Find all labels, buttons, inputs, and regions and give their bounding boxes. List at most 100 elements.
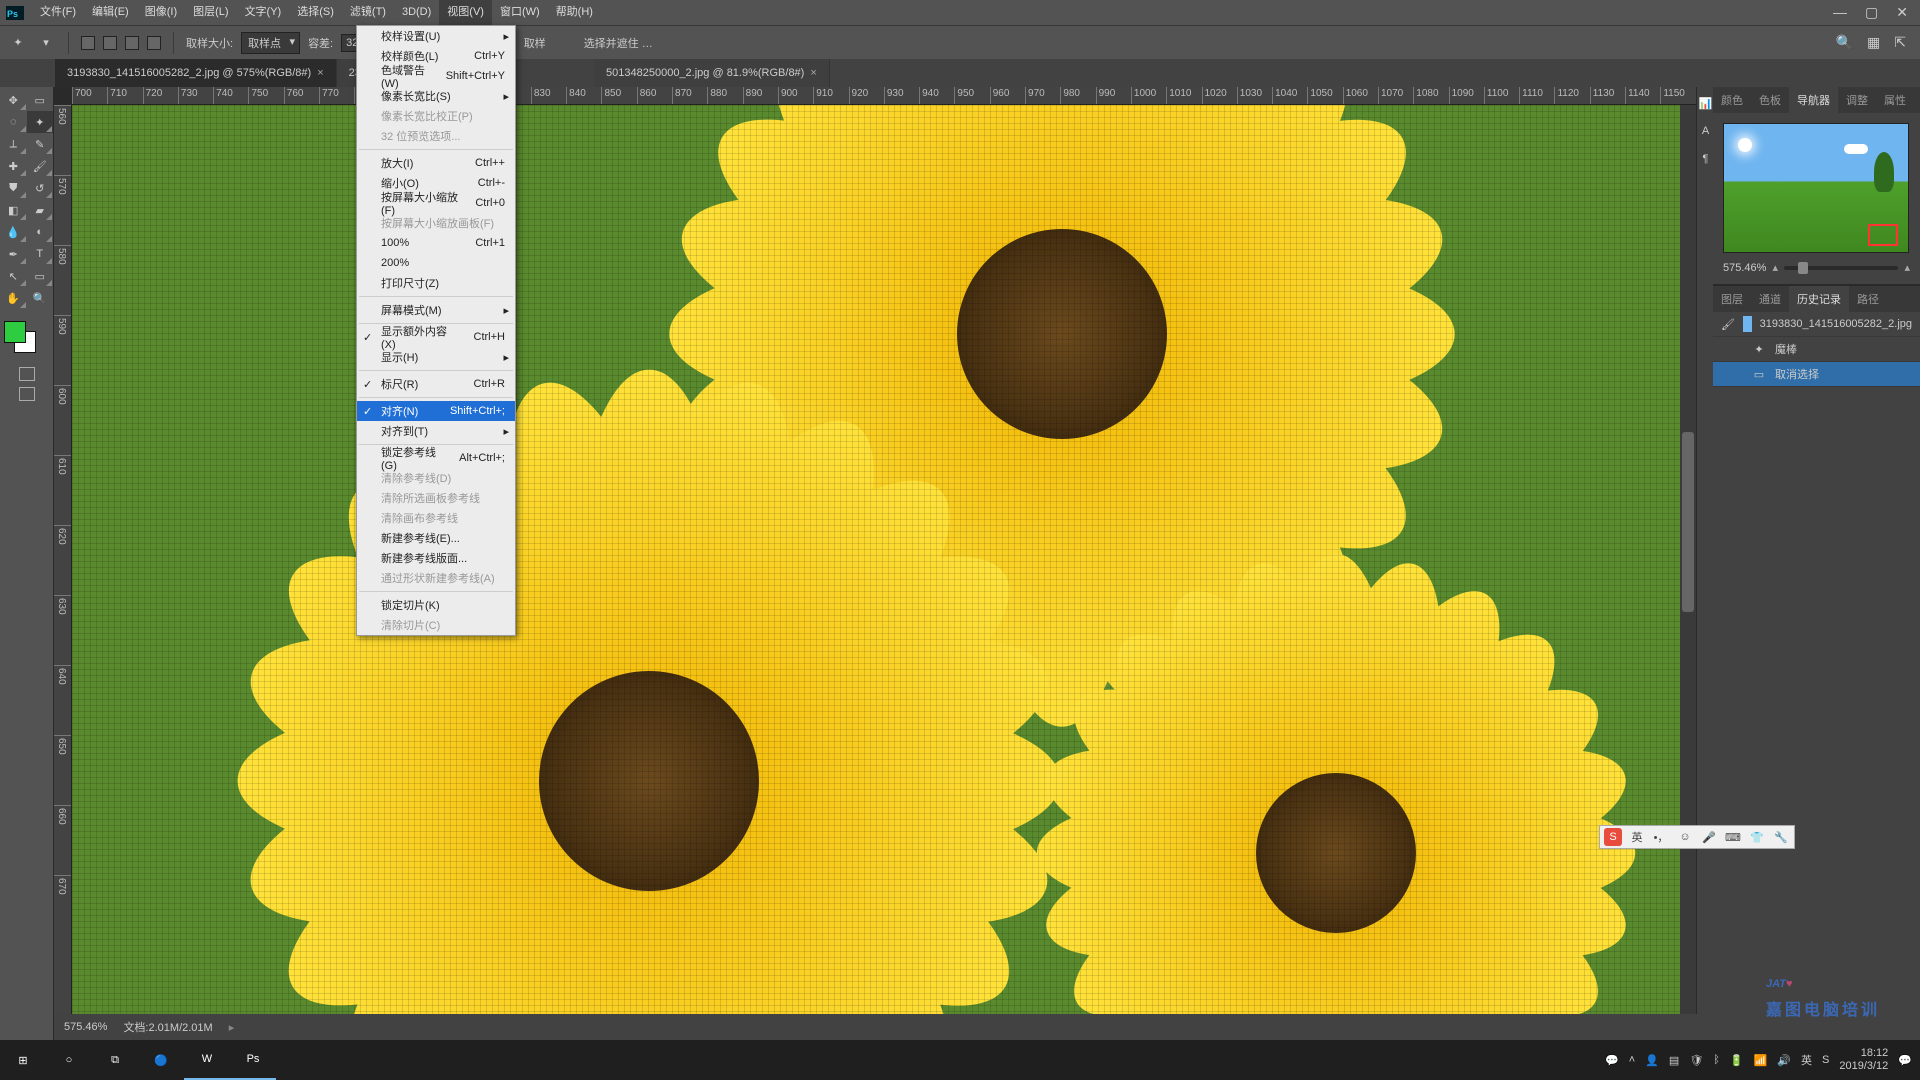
select-mask-btn[interactable]: 选择并遮住 … bbox=[584, 35, 653, 51]
notifications-icon[interactable]: 💬 bbox=[1898, 1054, 1912, 1067]
search-icon[interactable]: 🔍 bbox=[1836, 34, 1853, 51]
history-row[interactable]: ✦ 魔棒 bbox=[1713, 337, 1920, 362]
tab-swatches[interactable]: 色板 bbox=[1751, 87, 1789, 113]
path-tool-icon[interactable]: ↖ bbox=[0, 265, 27, 287]
mode-sub-icon[interactable] bbox=[125, 36, 139, 50]
tab-layers[interactable]: 图层 bbox=[1713, 286, 1751, 312]
histogram-icon[interactable]: 📊 bbox=[1697, 91, 1714, 115]
artboard-tool-icon[interactable]: ▭ bbox=[27, 89, 54, 111]
ime-keyboard-icon[interactable]: ⌨ bbox=[1724, 828, 1742, 846]
navigator-thumbnail[interactable] bbox=[1723, 123, 1909, 253]
menu-item[interactable]: 打印尺寸(Z) bbox=[357, 273, 515, 293]
hand-tool-icon[interactable]: ✋ bbox=[0, 287, 27, 309]
screenmode-icon[interactable] bbox=[19, 387, 35, 401]
ime-skin-icon[interactable]: 👕 bbox=[1748, 828, 1766, 846]
ime-logo-icon[interactable]: S bbox=[1604, 828, 1622, 846]
start-button[interactable]: ⊞ bbox=[0, 1040, 46, 1080]
brush-tool-icon[interactable]: 🖌 bbox=[27, 155, 54, 177]
sample-size-select[interactable]: 取样点 bbox=[241, 32, 300, 54]
tray-menu-icon[interactable]: ▤ bbox=[1669, 1054, 1679, 1067]
foreground-color[interactable] bbox=[4, 321, 26, 343]
tab-history[interactable]: 历史记录 bbox=[1789, 286, 1849, 312]
eraser-tool-icon[interactable]: ◧ bbox=[0, 199, 27, 221]
menu-edit[interactable]: 编辑(E) bbox=[84, 0, 137, 25]
sample-btn[interactable]: 取样 bbox=[524, 35, 546, 51]
ime-tool-icon[interactable]: 🔧 bbox=[1772, 828, 1790, 846]
menu-item[interactable]: 锁定参考线(G)Alt+Ctrl+; bbox=[357, 448, 515, 468]
mode-new-icon[interactable] bbox=[81, 36, 95, 50]
menu-item[interactable]: 100%Ctrl+1 bbox=[357, 233, 515, 253]
close-icon[interactable]: × bbox=[810, 67, 816, 79]
horizontal-ruler[interactable]: 7007107207307407507607707807908008108208… bbox=[72, 87, 1696, 105]
close-icon[interactable]: × bbox=[317, 67, 323, 79]
tray-defender-icon[interactable]: 🛡 bbox=[1689, 1054, 1703, 1067]
tab-doc-3[interactable]: 501348250000_2.jpg @ 81.9%(RGB/8#) × bbox=[594, 59, 830, 87]
share-icon[interactable]: ⇱ bbox=[1894, 34, 1906, 51]
menu-item[interactable]: ✓标尺(R)Ctrl+R bbox=[357, 374, 515, 394]
menu-item[interactable]: 锁定切片(K) bbox=[357, 595, 515, 615]
tray-up-icon[interactable]: ˄ bbox=[1629, 1054, 1635, 1066]
tray-ime-icon[interactable]: 英 bbox=[1801, 1052, 1812, 1068]
para-icon[interactable]: ¶ bbox=[1697, 147, 1714, 171]
menu-item[interactable]: 200% bbox=[357, 253, 515, 273]
magic-wand-tool-icon[interactable]: ✦ bbox=[27, 111, 54, 133]
move-tool-icon[interactable]: ✥ bbox=[0, 89, 27, 111]
stamp-tool-icon[interactable]: ⛊ bbox=[0, 177, 27, 199]
menu-view[interactable]: 视图(V) bbox=[439, 0, 492, 25]
zoom-out-icon[interactable]: ▴ bbox=[1772, 261, 1778, 274]
ime-lang[interactable]: 英 bbox=[1628, 828, 1646, 846]
menu-type[interactable]: 文字(Y) bbox=[237, 0, 290, 25]
quickmask-icon[interactable] bbox=[19, 367, 35, 381]
crop-tool-icon[interactable]: ⟂ bbox=[0, 133, 27, 155]
menu-image[interactable]: 图像(I) bbox=[137, 0, 185, 25]
menu-3d[interactable]: 3D(D) bbox=[394, 0, 439, 25]
workspace-icon[interactable]: ▦ bbox=[1867, 34, 1880, 51]
tab-navigator[interactable]: 导航器 bbox=[1789, 87, 1838, 113]
gradient-tool-icon[interactable]: ▰ bbox=[27, 199, 54, 221]
doc-info[interactable]: 文档:2.01M/2.01M bbox=[123, 1019, 212, 1035]
menu-item[interactable]: 放大(I)Ctrl++ bbox=[357, 153, 515, 173]
menu-layer[interactable]: 图层(L) bbox=[185, 0, 236, 25]
canvas[interactable] bbox=[72, 105, 1696, 1054]
tray-bt-icon[interactable]: ᛒ bbox=[1713, 1054, 1720, 1066]
menu-item[interactable]: 新建参考线版面... bbox=[357, 548, 515, 568]
type-tool-icon[interactable]: T bbox=[27, 243, 54, 265]
menu-item[interactable]: 按屏幕大小缩放(F)Ctrl+0 bbox=[357, 193, 515, 213]
ime-punct-icon[interactable]: •， bbox=[1652, 828, 1670, 846]
ime-emoji-icon[interactable]: ☺ bbox=[1676, 828, 1694, 846]
dodge-tool-icon[interactable]: ◐ bbox=[27, 221, 54, 243]
ime-voice-icon[interactable]: 🎤 bbox=[1700, 828, 1718, 846]
tray-s-icon[interactable]: S bbox=[1822, 1054, 1829, 1066]
tab-channels[interactable]: 通道 bbox=[1751, 286, 1789, 312]
close-icon[interactable]: ✕ bbox=[1896, 4, 1908, 21]
menu-item[interactable]: 对齐到(T)▸ bbox=[357, 421, 515, 441]
cortana-icon[interactable]: ○ bbox=[46, 1040, 92, 1080]
heal-tool-icon[interactable]: ✚ bbox=[0, 155, 27, 177]
zoom-slider[interactable] bbox=[1784, 266, 1899, 270]
eyedropper-tool-icon[interactable]: ✎ bbox=[27, 133, 54, 155]
menu-help[interactable]: 帮助(H) bbox=[548, 0, 601, 25]
pen-tool-icon[interactable]: ✒ bbox=[0, 243, 27, 265]
shape-tool-icon[interactable]: ▭ bbox=[27, 265, 54, 287]
tray-battery-icon[interactable]: 🔋 bbox=[1730, 1054, 1744, 1067]
tray-people-icon[interactable]: 👤 bbox=[1645, 1054, 1659, 1067]
tab-doc-1[interactable]: 3193830_141516005282_2.jpg @ 575%(RGB/8#… bbox=[55, 59, 337, 87]
blur-tool-icon[interactable]: 💧 bbox=[0, 221, 27, 243]
menu-item[interactable]: 像素长宽比(S)▸ bbox=[357, 86, 515, 106]
history-brush-icon[interactable]: ↺ bbox=[27, 177, 54, 199]
tray-wechat-icon[interactable]: 💬 bbox=[1605, 1054, 1619, 1067]
clock[interactable]: 18:12 2019/3/12 bbox=[1839, 1047, 1888, 1073]
tab-paths[interactable]: 路径 bbox=[1849, 286, 1887, 312]
menu-select[interactable]: 选择(S) bbox=[289, 0, 342, 25]
mode-int-icon[interactable] bbox=[147, 36, 161, 50]
current-tool-icon[interactable]: ✦ bbox=[8, 33, 28, 53]
tray-wifi-icon[interactable]: 📶 bbox=[1754, 1054, 1768, 1067]
tab-adjustments[interactable]: 调整 bbox=[1838, 87, 1876, 113]
maximize-icon[interactable]: ▢ bbox=[1865, 4, 1878, 21]
vertical-ruler[interactable]: 560570580590600610620630640650660670 bbox=[54, 105, 72, 1054]
menu-filter[interactable]: 滤镜(T) bbox=[342, 0, 394, 25]
photoshop-taskbar-icon[interactable]: Ps bbox=[230, 1040, 276, 1080]
word-icon[interactable]: W bbox=[184, 1040, 230, 1080]
menu-item[interactable]: 校样设置(U)▸ bbox=[357, 26, 515, 46]
menu-file[interactable]: 文件(F) bbox=[32, 0, 84, 25]
